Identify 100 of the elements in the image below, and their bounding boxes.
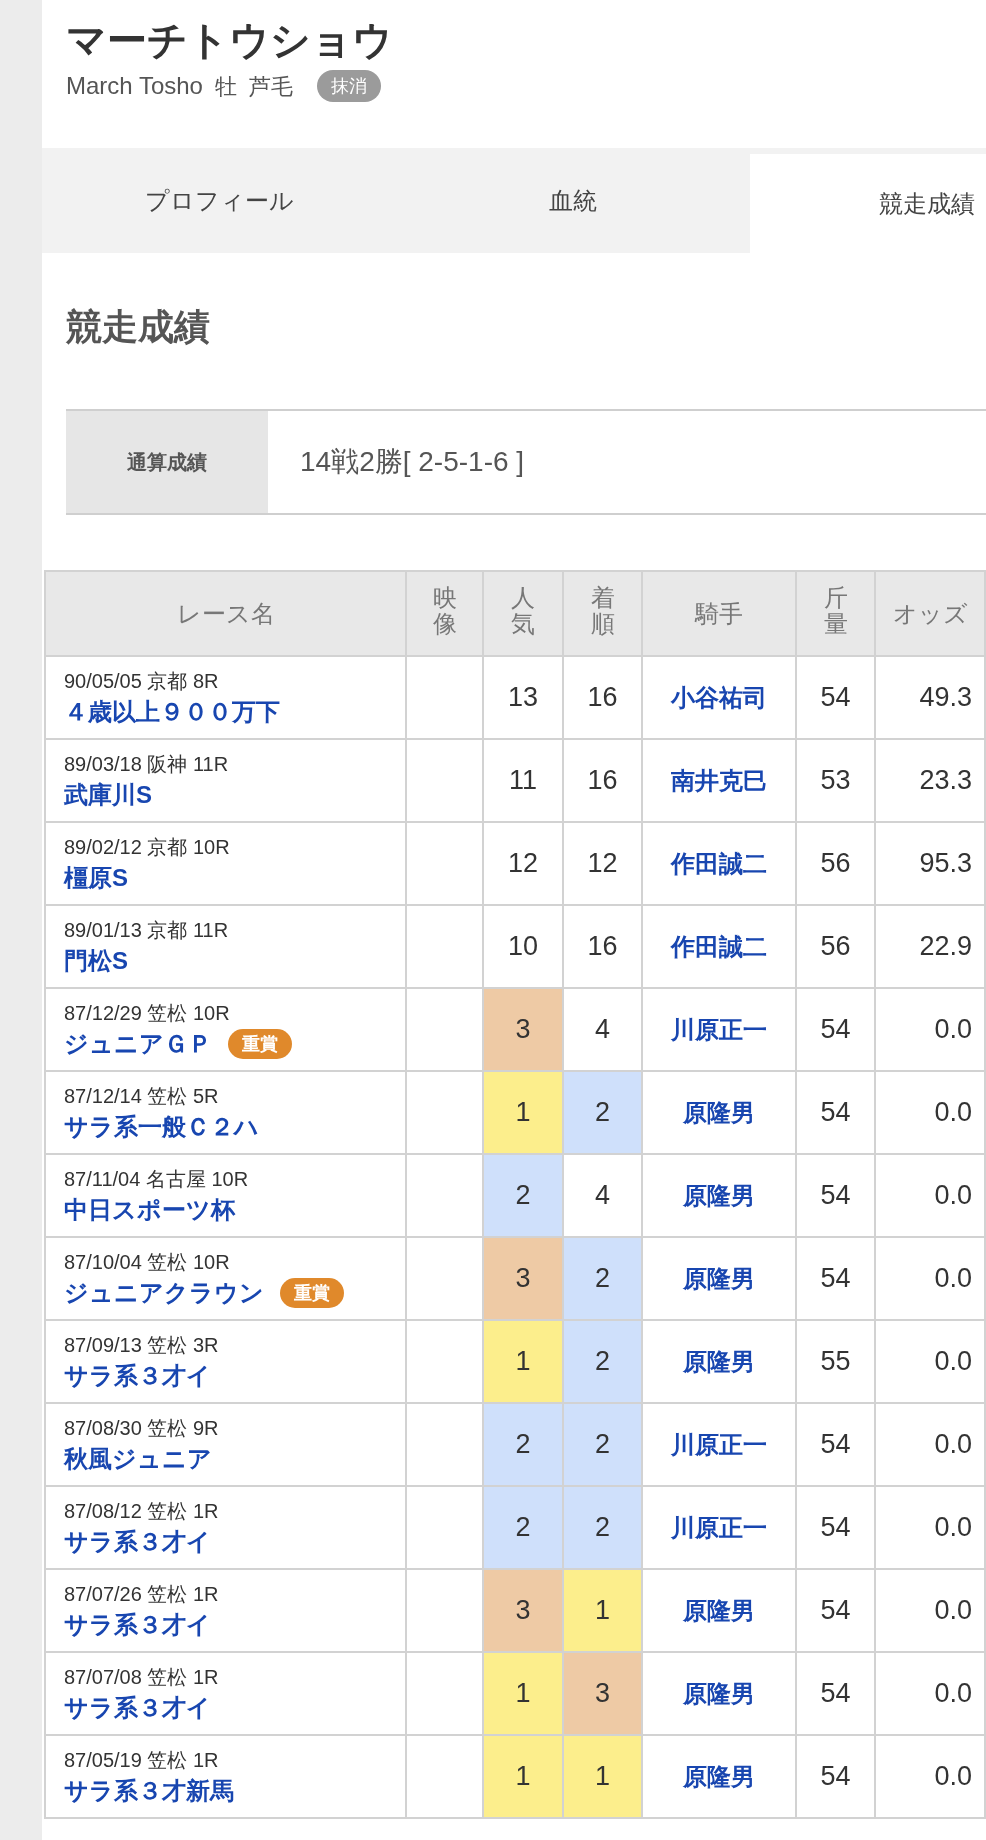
race-name-link[interactable]: サラ系３才イ [64, 1525, 211, 1558]
finish-cell: 12 [563, 822, 642, 905]
tab[interactable]: プロフィール [42, 148, 396, 253]
finish-cell: 2 [563, 1071, 642, 1154]
odds-cell: 0.0 [875, 988, 985, 1071]
column-header: 騎手 [642, 571, 796, 656]
odds-cell: 0.0 [875, 1071, 985, 1154]
popularity-cell: 3 [483, 1237, 563, 1320]
race-date-venue: 89/01/13 京都 11R [64, 917, 229, 943]
status-badge: 抹消 [316, 70, 381, 102]
finish-cell: 2 [563, 1486, 642, 1569]
race-date-venue: 87/08/12 笠松 1R [64, 1498, 219, 1524]
weight-cell: 54 [796, 1735, 875, 1818]
race-date-venue: 89/02/12 京都 10R [64, 834, 230, 860]
weight-cell: 54 [796, 1486, 875, 1569]
race-date-venue: 87/05/19 笠松 1R [64, 1747, 219, 1773]
weight-cell: 54 [796, 1403, 875, 1486]
race-name-link[interactable]: 秋風ジュニア [64, 1442, 212, 1475]
column-header: 人気 [483, 571, 563, 656]
jockey-link[interactable]: 原隆男 [683, 1596, 755, 1624]
race-name-link[interactable]: ジュニアＧＰ [64, 1027, 212, 1060]
jockey-link[interactable]: 原隆男 [683, 1264, 755, 1292]
race-name-link[interactable]: サラ系一般Ｃ２ハ [64, 1110, 259, 1143]
finish-cell: 2 [563, 1237, 642, 1320]
popularity-cell: 3 [483, 988, 563, 1071]
jockey-link[interactable]: 原隆男 [683, 1347, 755, 1375]
race-name-link[interactable]: 中日スポーツ杯 [64, 1193, 235, 1226]
odds-cell: 95.3 [875, 822, 985, 905]
race-date-venue: 87/12/14 笠松 5R [64, 1083, 219, 1109]
popularity-cell: 12 [483, 822, 563, 905]
jockey-link[interactable]: 原隆男 [683, 1181, 755, 1209]
weight-cell: 54 [796, 988, 875, 1071]
popularity-cell: 2 [483, 1154, 563, 1237]
horse-sex: 牡 [214, 72, 237, 101]
race-date-venue: 87/08/30 笠松 9R [64, 1415, 219, 1441]
weight-cell: 54 [796, 1652, 875, 1735]
popularity-cell: 1 [483, 1652, 563, 1735]
jockey-link[interactable]: 原隆男 [683, 1098, 755, 1126]
race-name-link[interactable]: 橿原S [64, 861, 128, 894]
race-date-venue: 87/09/13 笠松 3R [64, 1332, 219, 1358]
horse-name: マーチトウショウ [66, 17, 393, 64]
finish-cell: 16 [563, 739, 642, 822]
race-name-link[interactable]: ジュニアクラウン [64, 1276, 264, 1309]
race-date-venue: 89/03/18 阪神 11R [64, 751, 229, 777]
popularity-cell: 1 [483, 1071, 563, 1154]
finish-cell: 3 [563, 1652, 642, 1735]
weight-cell: 54 [796, 656, 875, 739]
weight-cell: 54 [796, 1071, 875, 1154]
finish-cell: 1 [563, 1735, 642, 1818]
popularity-cell: 11 [483, 739, 563, 822]
odds-cell: 49.3 [875, 656, 985, 739]
race-name-link[interactable]: 門松S [64, 944, 128, 977]
weight-cell: 54 [796, 1154, 875, 1237]
odds-cell: 23.3 [875, 739, 985, 822]
finish-cell: 1 [563, 1569, 642, 1652]
finish-cell: 2 [563, 1403, 642, 1486]
race-name-link[interactable]: サラ系３才イ [64, 1359, 211, 1392]
race-date-venue: 87/07/26 笠松 1R [64, 1581, 219, 1607]
horse-coat: 芦毛 [248, 72, 293, 101]
popularity-cell: 13 [483, 656, 563, 739]
odds-cell: 22.9 [875, 905, 985, 988]
odds-cell: 0.0 [875, 1154, 985, 1237]
race-name-link[interactable]: サラ系３才新馬 [64, 1774, 234, 1807]
race-date-venue: 87/11/04 名古屋 10R [64, 1166, 249, 1192]
race-name-link[interactable]: ４歳以上９００万下 [64, 695, 280, 728]
tab[interactable]: 血統 [396, 148, 750, 253]
odds-cell: 0.0 [875, 1652, 985, 1735]
race-name-link[interactable]: サラ系３才イ [64, 1691, 211, 1724]
weight-cell: 54 [796, 1237, 875, 1320]
odds-cell: 0.0 [875, 1320, 985, 1403]
grade-badge: 重賞 [228, 1028, 292, 1059]
race-name-link[interactable]: サラ系３才イ [64, 1608, 211, 1641]
odds-cell: 0.0 [875, 1486, 985, 1569]
jockey-link[interactable]: 原隆男 [683, 1762, 755, 1790]
jockey-link[interactable]: 原隆男 [683, 1679, 755, 1707]
odds-cell: 0.0 [875, 1403, 985, 1486]
weight-cell: 55 [796, 1320, 875, 1403]
race-date-venue: 87/07/08 笠松 1R [64, 1664, 219, 1690]
odds-cell: 0.0 [875, 1735, 985, 1818]
weight-cell: 54 [796, 1569, 875, 1652]
finish-cell: 16 [563, 905, 642, 988]
popularity-cell: 2 [483, 1403, 563, 1486]
race-date-venue: 87/12/29 笠松 10R [64, 1000, 230, 1026]
weight-cell: 56 [796, 822, 875, 905]
popularity-cell: 1 [483, 1735, 563, 1818]
horse-english-name: March Tosho [66, 71, 203, 101]
summary-value: 14戦2勝[ 2-5-1-6 ] [300, 445, 525, 479]
race-name-link[interactable]: 武庫川S [64, 778, 152, 811]
grade-badge: 重賞 [280, 1277, 344, 1308]
popularity-cell: 3 [483, 1569, 563, 1652]
section-title: 競走成績 [66, 305, 210, 349]
summary-label: 通算成績 [66, 411, 268, 513]
race-date-venue: 90/05/05 京都 8R [64, 668, 219, 694]
tab[interactable]: 競走成績 [750, 154, 986, 253]
race-date-venue: 87/10/04 笠松 10R [64, 1249, 230, 1275]
odds-cell: 0.0 [875, 1569, 985, 1652]
odds-cell: 0.0 [875, 1237, 985, 1320]
column-header: レース名 [45, 571, 406, 656]
weight-cell: 53 [796, 739, 875, 822]
popularity-cell: 2 [483, 1486, 563, 1569]
